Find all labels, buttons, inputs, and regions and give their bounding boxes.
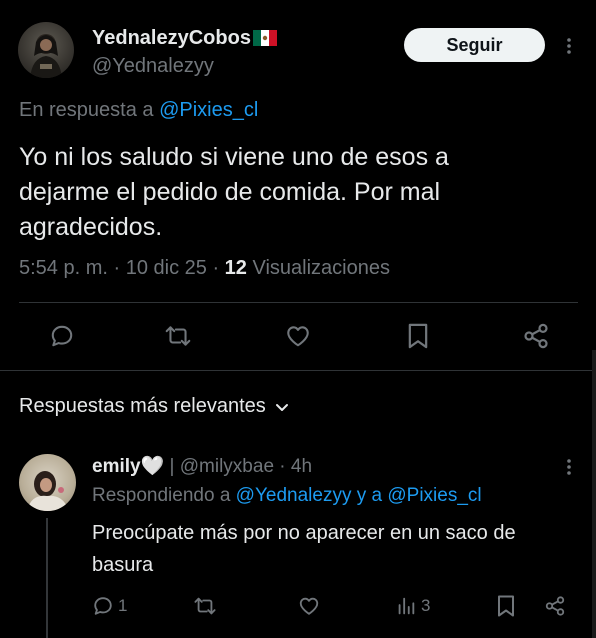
tweet-text: Yo ni los saludo si viene uno de esos a … <box>19 143 449 241</box>
reply-header: emily🤍 | @milyxbae · 4h <box>92 454 312 478</box>
replies-sort-selector[interactable]: Respuestas más relevantes <box>19 395 290 418</box>
replying-to-context: Respondiendo a @Yednalezyy y a @Pixies_c… <box>92 485 482 507</box>
reply-views-count: 3 <box>421 596 431 615</box>
reply-more-options-icon[interactable] <box>559 457 579 477</box>
replies-sort-label: Respuestas más relevantes <box>19 395 266 417</box>
divider <box>19 302 578 303</box>
reply-reply-button[interactable]: 1 <box>92 594 127 618</box>
views-button[interactable]: 3 <box>395 594 430 618</box>
author-avatar[interactable] <box>18 22 74 78</box>
reply-author-avatar[interactable] <box>19 454 76 511</box>
replying-and: y a <box>351 485 388 506</box>
reply-age[interactable]: 4h <box>291 456 312 478</box>
more-options-icon[interactable] <box>559 36 579 56</box>
reply-text: Preocúpate más por no aparecer en un sac… <box>92 522 516 576</box>
like-icon[interactable] <box>296 594 322 618</box>
views-icon <box>398 597 415 615</box>
reply-context: En respuesta a @Pixies_cl <box>19 99 258 122</box>
mexico-flag-icon <box>252 30 277 46</box>
thread-connector-line <box>46 518 48 638</box>
bookmark-icon[interactable] <box>495 594 517 618</box>
scrollbar[interactable] <box>592 350 596 638</box>
reply-icon[interactable] <box>46 320 78 352</box>
author-name[interactable]: YednalezyCobos <box>92 27 251 50</box>
chevron-down-icon <box>275 403 288 411</box>
retweet-icon[interactable] <box>192 594 218 618</box>
author-handle[interactable]: @Yednalezyy <box>92 55 214 78</box>
follow-button[interactable]: Seguir <box>404 28 545 62</box>
retweet-icon[interactable] <box>162 320 194 352</box>
tweet-meta: 5:54 p. m. · 10 dic 25 · 12 Visualizacio… <box>19 257 390 280</box>
share-icon[interactable] <box>520 320 552 352</box>
bookmark-icon[interactable] <box>402 320 434 352</box>
name-separator: | <box>164 456 180 477</box>
views-label: Visualizaciones <box>246 257 390 279</box>
tweet-time[interactable]: 5:54 p. m. <box>19 257 108 279</box>
reply-to-mention[interactable]: @Pixies_cl <box>159 99 258 121</box>
share-icon[interactable] <box>543 594 567 618</box>
reply-icon <box>94 597 112 615</box>
meta-separator: · <box>274 456 291 477</box>
reply-context-prefix: En respuesta a <box>19 99 160 121</box>
like-icon[interactable] <box>282 320 314 352</box>
meta-separator: · <box>107 257 126 279</box>
views-count: 12 <box>224 257 247 279</box>
reply-count: 1 <box>118 596 128 615</box>
replying-to-mention[interactable]: @Yednalezyy <box>236 485 352 506</box>
author-name-row: YednalezyCobos <box>92 25 277 51</box>
reply-author-handle[interactable]: @milyxbae <box>180 456 274 478</box>
replying-to-mention[interactable]: @Pixies_cl <box>387 485 481 506</box>
divider <box>0 370 596 371</box>
reply-author-name[interactable]: emily🤍 <box>92 454 164 478</box>
tweet-date[interactable]: 10 dic 25 <box>126 257 207 279</box>
replying-prefix: Respondiendo a <box>92 485 236 506</box>
meta-separator: · <box>206 257 225 279</box>
